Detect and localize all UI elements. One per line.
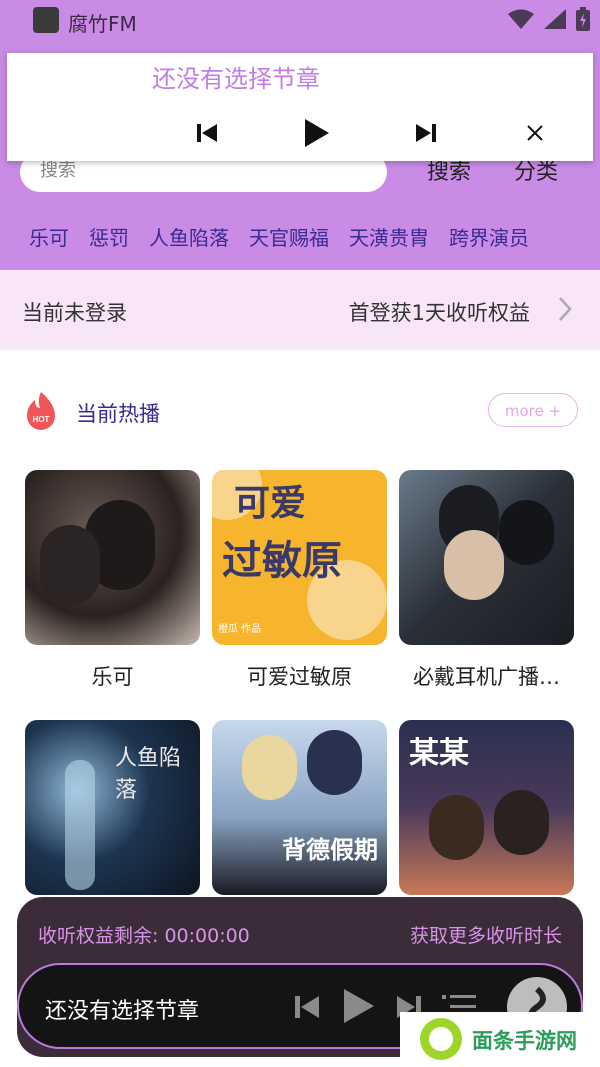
get-more-time-link[interactable]: 获取更多收听时长 <box>410 921 562 948</box>
app-name: 腐竹FM <box>68 12 137 36</box>
cover-text: 某某 <box>409 736 469 771</box>
album-title: 可爱过敏原 <box>247 665 352 689</box>
album-title: 必戴耳机广播… <box>413 665 560 689</box>
cover-text: 人鱼陷落 <box>115 746 182 803</box>
previous-icon[interactable] <box>295 995 319 1019</box>
album-cover[interactable]: 某某 <box>399 720 574 895</box>
floating-player: 还没有选择节章 <box>7 53 593 161</box>
album-card[interactable]: 乐可 <box>25 470 200 691</box>
play-icon[interactable] <box>305 119 329 147</box>
watermark-text: 面条手游网 <box>472 1029 577 1053</box>
album-card[interactable]: 某某 <box>399 720 574 911</box>
hot-badge-text: HOT <box>33 415 50 424</box>
battery-icon <box>576 7 590 31</box>
section-title: 当前热播 <box>76 402 160 426</box>
cover-text: 橙瓜 作品 <box>218 624 262 635</box>
tag-list: 乐可 惩罚 人鱼陷落 天官赐福 天潢贵胄 跨界演员 <box>29 222 529 251</box>
login-promo: 首登获1天收听权益 <box>348 301 530 325</box>
tag-item[interactable]: 天潢贵胄 <box>349 222 429 251</box>
cover-text: 背德假期 <box>282 836 378 864</box>
album-cover[interactable]: 人鱼陷落 <box>25 720 200 895</box>
tag-item[interactable]: 人鱼陷落 <box>149 222 229 251</box>
wifi-icon <box>508 9 534 29</box>
album-cover[interactable] <box>25 470 200 645</box>
next-icon[interactable] <box>416 123 436 143</box>
login-status: 当前未登录 <box>22 301 127 325</box>
tag-item[interactable]: 乐可 <box>29 222 69 251</box>
cover-text: 过敏原 <box>222 538 342 584</box>
album-card[interactable]: 可爱 过敏原 橙瓜 作品 可爱过敏原 <box>212 470 387 691</box>
close-icon[interactable] <box>527 125 543 141</box>
album-card[interactable]: 必戴耳机广播… <box>399 470 574 691</box>
album-card[interactable]: 背德假期 <box>212 720 387 911</box>
hot-section-header: HOT 当前热播 more + <box>0 380 600 440</box>
login-bar[interactable]: 当前未登录 首登获1天收听权益 <box>0 270 600 350</box>
cover-text: 可爱 <box>234 483 307 524</box>
album-title: 乐可 <box>91 665 134 689</box>
tag-item[interactable]: 跨界演员 <box>449 222 529 251</box>
watermark: 面条手游网 <box>400 1012 600 1067</box>
play-icon[interactable] <box>344 989 374 1023</box>
signal-icon <box>544 9 566 29</box>
tag-item[interactable]: 惩罚 <box>89 222 129 251</box>
remaining-time: 收听权益剩余: 00:00:00 <box>38 925 250 947</box>
previous-icon[interactable] <box>197 123 217 143</box>
more-button[interactable]: more + <box>488 393 578 427</box>
hot-flame-icon: HOT <box>27 392 55 430</box>
watermark-logo-icon <box>420 1018 462 1060</box>
album-cover[interactable]: 可爱 过敏原 橙瓜 作品 <box>212 470 387 645</box>
status-bar: 腐竹FM <box>0 0 600 42</box>
chevron-right-icon <box>559 297 572 321</box>
tag-item[interactable]: 天官赐福 <box>249 222 329 251</box>
status-icons <box>508 7 590 31</box>
player-title: 还没有选择节章 <box>152 65 320 93</box>
player-title: 还没有选择节章 <box>45 999 200 1024</box>
album-card[interactable]: 人鱼陷落 <box>25 720 200 911</box>
app-icon <box>33 7 59 33</box>
album-cover[interactable]: 背德假期 <box>212 720 387 895</box>
album-cover[interactable] <box>399 470 574 645</box>
